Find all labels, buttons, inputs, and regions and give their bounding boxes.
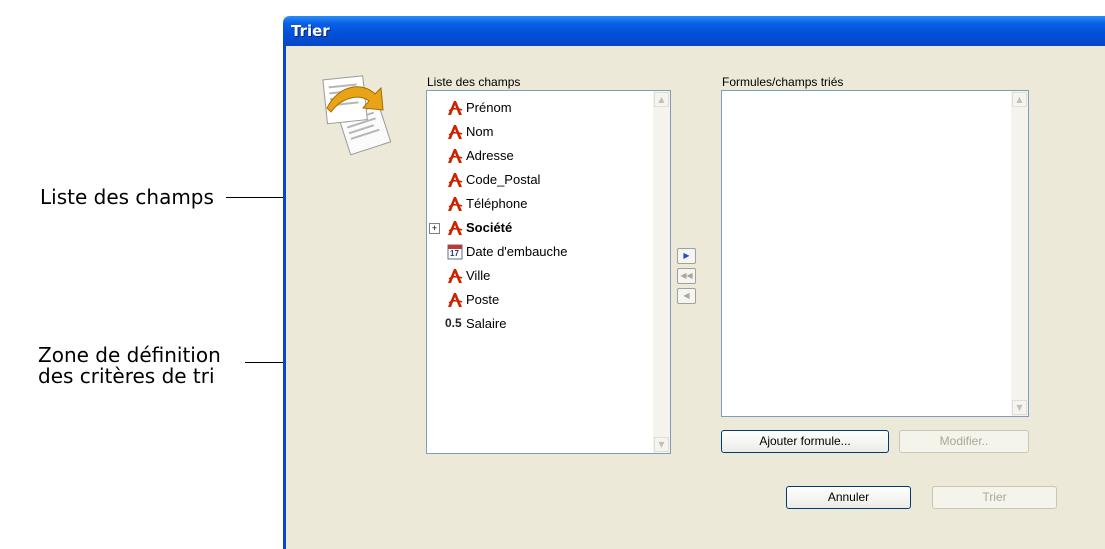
expand-icon[interactable]: + — [429, 223, 440, 234]
field-label: Société — [466, 220, 513, 235]
text-field-icon — [447, 196, 463, 212]
cancel-button[interactable]: Annuler — [786, 486, 911, 509]
field-list[interactable]: Prénom Nom Adresse Code_Postal Téléphone + Soc… — [426, 90, 671, 454]
title-bar[interactable]: Trier — [283, 16, 1105, 46]
sorted-fields-label: Formules/champs triés — [722, 75, 844, 89]
sort-dialog: Trier Liste des champs Formules/champs t… — [283, 16, 1105, 549]
add-field-button[interactable]: ▶ — [677, 248, 696, 264]
text-field-icon — [447, 148, 463, 164]
callout-sort-criteria-line1: Zone de définition — [38, 343, 221, 367]
text-field-icon — [447, 220, 463, 236]
text-field-icon — [447, 268, 463, 284]
callout-sort-criteria-line2: des critères de tri — [38, 364, 215, 388]
callout-field-list: Liste des champs — [40, 185, 214, 209]
window-border — [283, 46, 286, 549]
text-field-icon — [447, 124, 463, 140]
field-label: Adresse — [466, 148, 514, 163]
field-list-scrollbar[interactable]: ▲ ▼ — [653, 91, 670, 453]
field-list-label: Liste des champs — [427, 75, 521, 89]
date-field-icon: 17 — [447, 244, 463, 260]
field-label: Ville — [466, 268, 491, 283]
numeric-glyph: 0.5 — [445, 316, 462, 330]
date-glyph: 17 — [450, 249, 459, 258]
field-label: Téléphone — [466, 196, 528, 211]
dialog-title: Trier — [291, 22, 330, 40]
text-field-icon — [447, 292, 463, 308]
remove-field-button[interactable]: ◀ — [677, 288, 696, 304]
sort-documents-icon — [322, 75, 392, 156]
field-label: Prénom — [466, 100, 512, 115]
field-label: Nom — [466, 124, 494, 139]
field-label: Code_Postal — [466, 172, 541, 187]
callout-sort-criteria: Zone de définition des critères de tri — [38, 344, 221, 387]
remove-all-button[interactable]: ◀◀ — [677, 268, 696, 284]
text-field-icon — [447, 100, 463, 116]
field-label: Date d'embauche — [466, 244, 568, 259]
modify-button[interactable]: Modifier.. — [899, 430, 1029, 453]
sorted-list-scrollbar[interactable]: ▲ ▼ — [1011, 91, 1028, 416]
add-formula-button[interactable]: Ajouter formule... — [721, 430, 889, 453]
field-label: Poste — [466, 292, 500, 307]
scroll-up-icon[interactable]: ▲ — [654, 92, 669, 107]
scroll-down-icon[interactable]: ▼ — [1012, 400, 1027, 415]
field-label: Salaire — [466, 316, 507, 331]
numeric-field-icon: 0.5 — [445, 316, 463, 332]
text-field-icon — [447, 172, 463, 188]
scroll-up-icon[interactable]: ▲ — [1012, 92, 1027, 107]
scroll-down-icon[interactable]: ▼ — [654, 437, 669, 452]
sort-button[interactable]: Trier — [932, 486, 1057, 509]
sorted-fields-list[interactable]: ▲ ▼ — [721, 90, 1029, 417]
